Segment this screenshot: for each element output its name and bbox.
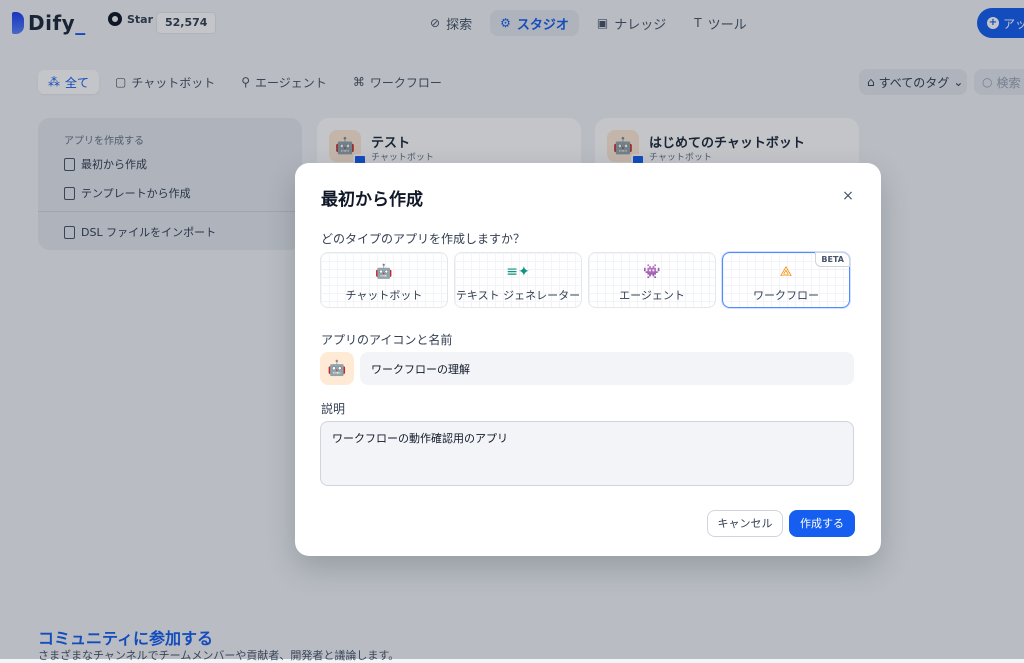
app-icon-picker[interactable]: 🤖 <box>320 352 354 385</box>
name-field-label: アプリのアイコンと名前 <box>321 333 453 347</box>
chatbot-icon: 🤖 <box>375 264 393 280</box>
agent-icon: 👾 <box>643 264 661 280</box>
type-workflow[interactable]: BETA ⟁ ワークフロー <box>722 252 850 308</box>
description-label: 説明 <box>321 402 346 416</box>
type-workflow-label: ワークフロー <box>753 289 819 302</box>
create-app-modal: 最初から作成 × どのタイプのアプリを作成しますか？ 🤖 チャットボット ≡✦ … <box>295 163 881 556</box>
type-text-generator-label: テキスト ジェネレーター <box>455 289 581 302</box>
type-agent[interactable]: 👾 エージェント <box>588 252 716 308</box>
description-textarea[interactable]: ワークフローの動作確認用のアプリ <box>320 421 854 486</box>
type-text-generator[interactable]: ≡✦ テキスト ジェネレーター <box>454 252 582 308</box>
app-type-selector: 🤖 チャットボット ≡✦ テキスト ジェネレーター 👾 エージェント BETA … <box>320 252 850 308</box>
close-icon[interactable]: × <box>839 187 857 205</box>
modal-title: 最初から作成 <box>321 190 423 210</box>
create-button[interactable]: 作成する <box>789 510 855 537</box>
text-generator-icon: ≡✦ <box>506 264 530 280</box>
cancel-button[interactable]: キャンセル <box>707 510 783 537</box>
app-name-input[interactable] <box>360 352 854 385</box>
type-chatbot-label: チャットボット <box>345 289 423 302</box>
type-chatbot[interactable]: 🤖 チャットボット <box>320 252 448 308</box>
type-agent-label: エージェント <box>619 289 685 302</box>
workflow-icon: ⟁ <box>779 264 793 280</box>
app-type-question: どのタイプのアプリを作成しますか？ <box>321 232 526 246</box>
